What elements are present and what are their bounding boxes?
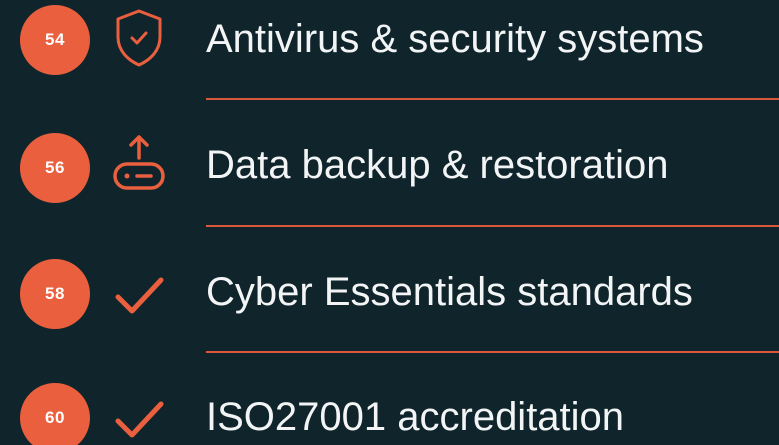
services-list-page: { "items": [ { "number": "54", "label": … <box>0 0 779 445</box>
list-item-cyber-essentials: 58 Cyber Essentials standards <box>0 254 779 334</box>
checkmark-icon <box>108 264 170 326</box>
page-number-badge: 58 <box>20 259 90 329</box>
item-label: Cyber Essentials standards <box>206 270 693 314</box>
page-number-badge: 54 <box>20 5 90 75</box>
list-item-antivirus: 54 Antivirus & security systems <box>0 2 779 82</box>
divider <box>206 351 779 353</box>
checkmark-icon <box>108 388 170 445</box>
page-number-badge: 56 <box>20 133 90 203</box>
item-label: Antivirus & security systems <box>206 17 704 61</box>
divider <box>206 225 779 227</box>
list-item-data-backup: 56 Data backup & restoration <box>0 128 779 208</box>
list-item-iso27001: 60 ISO27001 accreditation <box>0 380 779 445</box>
divider <box>206 98 779 100</box>
drive-upload-icon <box>108 132 170 194</box>
page-number-badge: 60 <box>20 383 90 445</box>
item-label: Data backup & restoration <box>206 143 669 187</box>
item-label: ISO27001 accreditation <box>206 395 625 439</box>
shield-check-icon <box>108 7 170 69</box>
